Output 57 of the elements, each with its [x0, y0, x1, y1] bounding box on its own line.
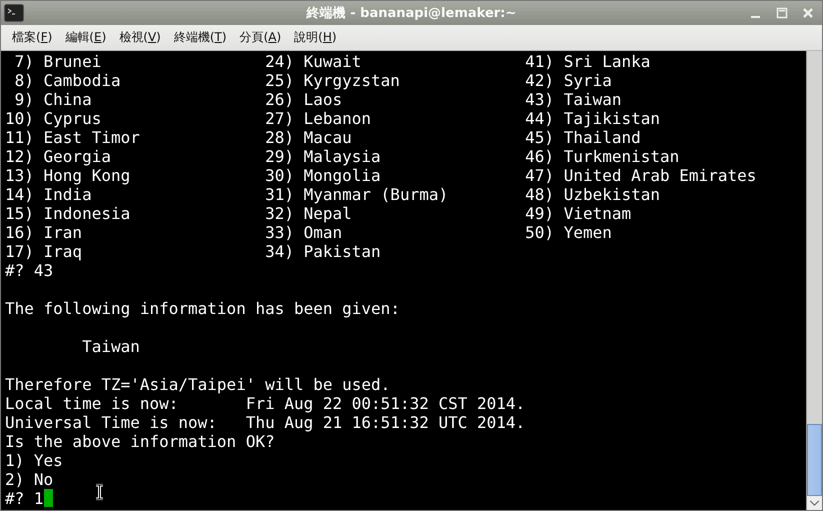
terminal-text: Universal Time is now: Thu Aug 21 16:51:32 UTC 2014. — [5, 413, 526, 432]
terminal-text: 15) Indonesia — [5, 204, 132, 223]
terminal-text: 29) Malaysia — [265, 147, 382, 166]
terminal-text: 43) Taiwan — [525, 90, 622, 109]
terminal-text: 2) No — [5, 470, 54, 489]
terminal-text: 13) Hong Kong — [5, 166, 132, 185]
terminal-text: 24) Kuwait — [265, 52, 362, 71]
menu-item[interactable]: 分頁(A) — [234, 27, 286, 48]
terminal-text: 28) Macau — [265, 128, 353, 147]
terminal-text: 34) Pakistan — [265, 242, 382, 261]
terminal-text: 17) Iraq — [5, 242, 84, 261]
text-cursor — [44, 489, 53, 507]
terminal-text: 14) India — [5, 185, 93, 204]
terminal-text: Is the above information OK? — [5, 432, 275, 451]
terminal-text: 16) Iran — [5, 223, 84, 242]
terminal-text: #? 1 — [5, 489, 44, 508]
terminal-text: 26) Laos — [265, 90, 344, 109]
maximize-icon[interactable] — [776, 7, 788, 19]
menu-item[interactable]: 檔案(F) — [7, 27, 58, 48]
terminal-text: 7) Brunei — [14, 52, 102, 71]
terminal-text: 8) Cambodia — [14, 71, 122, 90]
close-icon[interactable] — [802, 7, 814, 19]
scroll-down-icon[interactable] — [807, 496, 822, 510]
terminal-text: 49) Vietnam — [525, 204, 632, 223]
terminal-text: 47) United Arab Emirates — [525, 166, 758, 185]
terminal-text: 12) Georgia — [5, 147, 112, 166]
terminal-text: 27) Lebanon — [265, 109, 372, 128]
terminal-icon — [4, 4, 24, 22]
terminal-text: The following information has been given: — [5, 299, 400, 318]
terminal-text: 10) Cyprus — [5, 109, 102, 128]
terminal-text: 31) Myanmar (Burma) — [265, 185, 450, 204]
terminal-text: 11) East Timor — [5, 128, 141, 147]
terminal-text: 30) Mongolia — [265, 166, 382, 185]
terminal-text: 42) Syria — [525, 71, 613, 90]
terminal-text: 44) Tajikistan — [525, 109, 662, 128]
terminal-text: 1) Yes — [5, 451, 63, 470]
terminal-text: 41) Sri Lanka — [525, 52, 652, 71]
terminal-text: 48) Uzbekistan — [525, 185, 662, 204]
menu-item[interactable]: 終端機(T) — [168, 27, 232, 48]
terminal-text: 32) Nepal — [265, 204, 353, 223]
terminal-text: Local time is now: Fri Aug 22 00:51:32 CST 2014. — [5, 394, 526, 413]
terminal-text: 50) Yemen — [525, 223, 613, 242]
menu-item[interactable]: 檢視(V) — [114, 27, 166, 48]
terminal-text: 25) Kyrgyzstan — [265, 71, 401, 90]
terminal-text: Taiwan — [81, 337, 140, 356]
terminal-text: 33) Oman — [265, 223, 344, 242]
window-title: 終端機 - bananapi@lemaker:~ — [306, 5, 516, 22]
scrollbar[interactable] — [806, 51, 822, 510]
menu-item[interactable]: 說明(H) — [289, 27, 342, 48]
terminal-text: 46) Turkmenistan — [525, 147, 680, 166]
scrollbar-thumb[interactable] — [807, 424, 822, 496]
terminal-text: #? 43 — [5, 261, 54, 280]
menu-item[interactable]: 編輯(E) — [60, 27, 112, 48]
terminal-text: 45) Thailand — [525, 128, 642, 147]
i-beam-cursor-icon — [95, 484, 104, 500]
terminal-text: Therefore TZ='Asia/Taipei' will be used. — [5, 375, 390, 394]
terminal-text: 9) China — [14, 90, 93, 109]
